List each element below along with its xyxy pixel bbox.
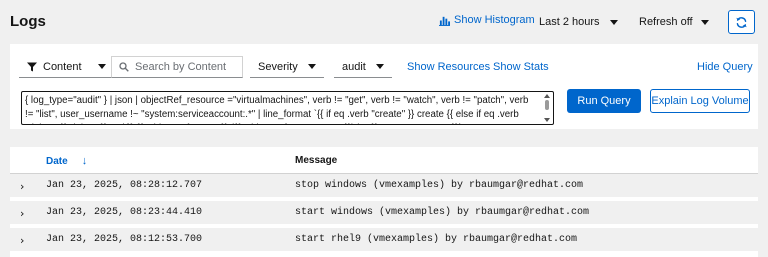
attribute-value: Content bbox=[43, 60, 82, 73]
content-search[interactable] bbox=[111, 56, 243, 78]
time-range-select[interactable]: Last 2 hours bbox=[531, 13, 626, 31]
scroll-down-icon[interactable] bbox=[544, 118, 550, 122]
row-date: Jan 23, 2025, 08:12:53.700 bbox=[46, 234, 203, 245]
row-date: Jan 23, 2025, 08:23:44.410 bbox=[46, 207, 203, 218]
sync-icon bbox=[736, 16, 747, 28]
page-title: Logs bbox=[10, 13, 46, 30]
table-header: Date ↓ Message bbox=[10, 147, 758, 174]
logs-table: Date ↓ Message › Jan 23, 2025, 08:28:12.… bbox=[10, 147, 758, 257]
search-input[interactable] bbox=[135, 61, 235, 73]
time-range-value: Last 2 hours bbox=[539, 16, 600, 28]
caret-down-icon bbox=[308, 64, 316, 69]
table-row[interactable]: › Jan 23, 2025, 08:12:53.700 start rhel9… bbox=[10, 228, 758, 253]
hide-query-link[interactable]: Hide Query bbox=[697, 61, 753, 73]
expand-row-icon[interactable]: › bbox=[20, 180, 30, 193]
refresh-interval-value: Refresh off bbox=[639, 16, 693, 28]
expand-row-icon[interactable]: › bbox=[20, 207, 30, 220]
search-icon bbox=[119, 62, 129, 72]
tenant-value: audit bbox=[342, 60, 366, 73]
show-resources-link[interactable]: Show Resources bbox=[407, 61, 490, 73]
refresh-button[interactable] bbox=[728, 10, 755, 34]
expand-row-icon[interactable]: › bbox=[20, 234, 30, 247]
column-header-date[interactable]: Date ↓ bbox=[46, 155, 87, 167]
caret-down-icon bbox=[376, 64, 384, 69]
scroll-thumb[interactable] bbox=[545, 100, 549, 110]
query-panel: Content Severity audit Show Resources Sh… bbox=[10, 44, 758, 129]
row-message: start rhel9 (vmexamples) by rbaumgar@red… bbox=[295, 234, 578, 245]
attribute-select[interactable]: Content bbox=[19, 56, 114, 78]
severity-label: Severity bbox=[258, 60, 298, 73]
page-header: Logs Show Histogram Last 2 hours Refresh… bbox=[0, 0, 768, 44]
show-stats-link[interactable]: Show Stats bbox=[493, 61, 549, 73]
caret-down-icon bbox=[610, 19, 618, 25]
bar-chart-icon bbox=[439, 16, 450, 26]
query-scrollbar[interactable] bbox=[543, 94, 551, 122]
row-message: stop windows (vmexamples) by rbaumgar@re… bbox=[295, 180, 584, 191]
sort-down-icon: ↓ bbox=[81, 155, 88, 167]
column-header-date-label: Date bbox=[46, 155, 68, 167]
filter-icon bbox=[27, 62, 37, 71]
caret-down-icon bbox=[701, 19, 709, 25]
severity-select[interactable]: Severity bbox=[250, 56, 324, 78]
table-row[interactable]: › Jan 23, 2025, 08:28:12.707 stop window… bbox=[10, 174, 758, 199]
explain-log-volume-button[interactable]: Explain Log Volume bbox=[650, 89, 750, 113]
column-header-message: Message bbox=[295, 155, 338, 166]
scroll-up-icon[interactable] bbox=[544, 94, 550, 98]
table-row[interactable]: › Jan 23, 2025, 08:23:44.410 start windo… bbox=[10, 201, 758, 226]
caret-down-icon bbox=[98, 64, 106, 69]
refresh-interval-select[interactable]: Refresh off bbox=[631, 13, 713, 31]
show-histogram-link[interactable]: Show Histogram bbox=[439, 14, 535, 26]
show-histogram-label: Show Histogram bbox=[454, 14, 535, 26]
row-message: start windows (vmexamples) by rbaumgar@r… bbox=[295, 207, 590, 218]
row-date: Jan 23, 2025, 08:28:12.707 bbox=[46, 180, 203, 191]
tenant-select[interactable]: audit bbox=[334, 56, 392, 78]
run-query-button[interactable]: Run Query bbox=[567, 89, 641, 113]
logql-query-input[interactable]: { log_type="audit" } | json | objectRef_… bbox=[21, 91, 554, 125]
